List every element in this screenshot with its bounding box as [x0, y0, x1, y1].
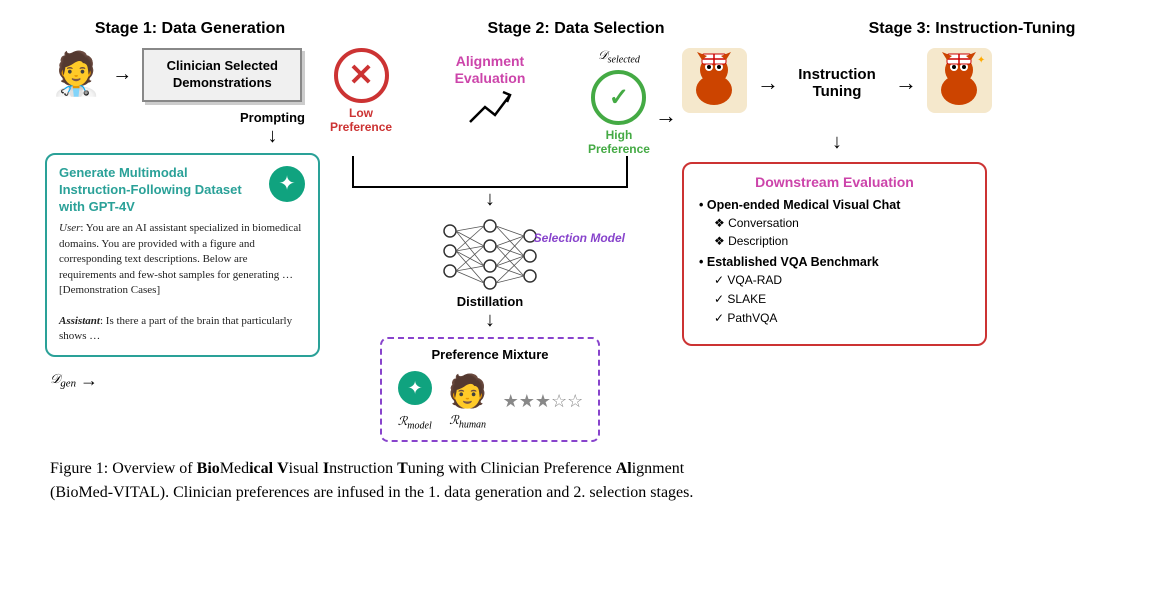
inter-stage-arrow: →: [655, 48, 677, 129]
d-gen-label: 𝒟gen: [50, 371, 76, 390]
vqa-title: • Established VQA Benchmark: [699, 255, 970, 269]
down-arrow-stage1: ↓: [268, 125, 278, 148]
stage1-header: Stage 1: Data Generation: [50, 20, 330, 38]
llm-after-icon: ✦: [927, 48, 992, 118]
pref-human-group: 🧑 ℛhuman: [448, 372, 488, 430]
model-icon: ✦: [397, 370, 433, 411]
svg-text:✦: ✦: [977, 55, 985, 66]
distillation-label: Distillation: [457, 294, 523, 309]
accept-icon: ✓: [591, 70, 646, 125]
open-ended-title: • Open-ended Medical Visual Chat: [699, 198, 970, 212]
neural-net-svg: [435, 211, 545, 291]
llm-after-svg: ✦: [927, 48, 992, 113]
vline-right-top: [626, 156, 628, 186]
alignment-eval-label: AlignmentEvaluation: [455, 53, 526, 87]
stages-header-row: Stage 1: Data Generation Stage 2: Data S…: [40, 20, 1132, 38]
demo-line2: Demonstrations: [156, 75, 288, 92]
clinician-icon: 🧑‍⚕️: [50, 54, 102, 96]
open-ended-items: ❖ Conversation ❖ Description: [714, 214, 970, 250]
s2-vlines-top: [325, 156, 655, 186]
high-pref-label: HighPreference: [588, 128, 650, 156]
low-pref-label: LowPreference: [330, 106, 392, 134]
caption-prefix: Figure 1: Overview of: [50, 460, 197, 477]
llm-before-icon: [682, 48, 747, 118]
caption-t: T: [397, 460, 408, 477]
stars-icon: ★★★☆☆: [503, 391, 584, 412]
instruction-tuning-box: Instruction Tuning: [789, 66, 885, 100]
caption-ical: ical: [249, 460, 277, 477]
prompting-area: Prompting ↓: [240, 110, 305, 148]
gpt-icon: ✦: [268, 165, 306, 212]
svg-text:✦: ✦: [407, 378, 422, 398]
downstream-title: Downstream Evaluation: [699, 174, 970, 190]
gpt-title: Generate Multimodal Instruction-Followin…: [59, 165, 260, 216]
down-arrow-stage3: ↓: [682, 131, 992, 154]
stage1-content: 🧑‍⚕️ → Clinician Selected Demonstrations…: [40, 48, 325, 391]
caption-isual: isual: [289, 460, 323, 477]
preference-mixture-box: Preference Mixture ✦ ℛmodel 🧑 ℛh: [380, 337, 600, 441]
d-gen-arrow: 𝒟gen →: [50, 370, 98, 391]
prompting-label: Prompting: [240, 110, 305, 125]
down-arrow-s2-2: ↓: [485, 309, 495, 332]
stage3-content: → Instruction Tuning →: [682, 48, 992, 346]
vqa-section: • Established VQA Benchmark ✓ VQA-RAD ✓ …: [699, 255, 970, 329]
selection-model-label: Selection Model: [534, 231, 625, 245]
pref-mix-title: Preference Mixture: [394, 347, 586, 362]
downstream-eval-box: Downstream Evaluation • Open-ended Medic…: [682, 162, 987, 346]
caption-ignment: ignment: [632, 460, 684, 477]
caption-al: Al: [616, 460, 632, 477]
llm-before-svg: [682, 48, 747, 113]
figure-container: Stage 1: Data Generation Stage 2: Data S…: [40, 20, 1132, 505]
down-arrow-s2: ↓: [485, 188, 495, 211]
gpt-box: Generate Multimodal Instruction-Followin…: [45, 153, 320, 357]
svg-text:✦: ✦: [279, 173, 296, 195]
arrow-after-tuning: →: [895, 70, 917, 96]
pref-mix-icons: ✦ ℛmodel 🧑 ℛhuman ★★★☆☆: [394, 370, 586, 431]
figure-caption: Figure 1: Overview of BioMedical Visual …: [40, 457, 1132, 505]
demonstrations-box: Clinician Selected Demonstrations: [142, 48, 302, 102]
human-icon: 🧑: [448, 372, 488, 410]
caption-med: Med: [220, 460, 249, 477]
d-selected-label: 𝒟selected: [598, 48, 640, 65]
s2-center-arrow-area: ↓: [325, 188, 655, 211]
instruction-tuning-label: Instruction Tuning: [789, 66, 885, 100]
d-gen-right-arrow: →: [80, 370, 98, 391]
trend-arrow-icon: [465, 87, 515, 127]
caption-uning: uning with Clinician Preference: [408, 460, 616, 477]
gpt-text: User: You are an AI assistant specialize…: [59, 221, 306, 344]
stage1-top-row: 🧑‍⚕️ → Clinician Selected Demonstrations: [50, 48, 302, 102]
human-label: ℛhuman: [449, 413, 486, 430]
vline-left-top: [352, 156, 354, 186]
stage1-arrow-right: →: [112, 63, 132, 86]
stage3-header: Stage 3: Instruction-Tuning: [822, 20, 1122, 38]
neural-net-area: Selection Model: [435, 211, 545, 291]
vqa-items: ✓ VQA-RAD ✓ SLAKE ✓ PathVQA: [714, 271, 970, 329]
open-ended-section: • Open-ended Medical Visual Chat ❖ Conve…: [699, 198, 970, 250]
s2-reject-col: ✕ LowPreference: [330, 48, 392, 134]
caption-bold1: Bio: [197, 460, 220, 477]
caption-v: V: [277, 460, 289, 477]
caption-line2: (BioMed-VITAL). Clinician preferences ar…: [50, 484, 693, 501]
stage2-header: Stage 2: Data Selection: [416, 20, 736, 38]
arrow-to-tuned: →: [757, 70, 779, 96]
reject-icon: ✕: [334, 48, 389, 103]
stage3-top-row: → Instruction Tuning →: [682, 48, 992, 118]
diagram-area: 🧑‍⚕️ → Clinician Selected Demonstrations…: [40, 48, 1132, 442]
s2-top: ✕ LowPreference AlignmentEvaluation 𝒟sel…: [325, 48, 655, 156]
gpt-box-header: Generate Multimodal Instruction-Followin…: [59, 165, 306, 216]
pref-model-group: ✦ ℛmodel: [397, 370, 433, 431]
model-label: ℛmodel: [398, 414, 432, 431]
s2-accept-col: 𝒟selected ✓ HighPreference: [588, 48, 650, 156]
stage2-content: ✕ LowPreference AlignmentEvaluation 𝒟sel…: [325, 48, 655, 442]
alignment-eval-col: AlignmentEvaluation: [455, 53, 526, 127]
demo-line1: Clinician Selected: [156, 58, 288, 75]
caption-nstruction: nstruction: [329, 460, 397, 477]
